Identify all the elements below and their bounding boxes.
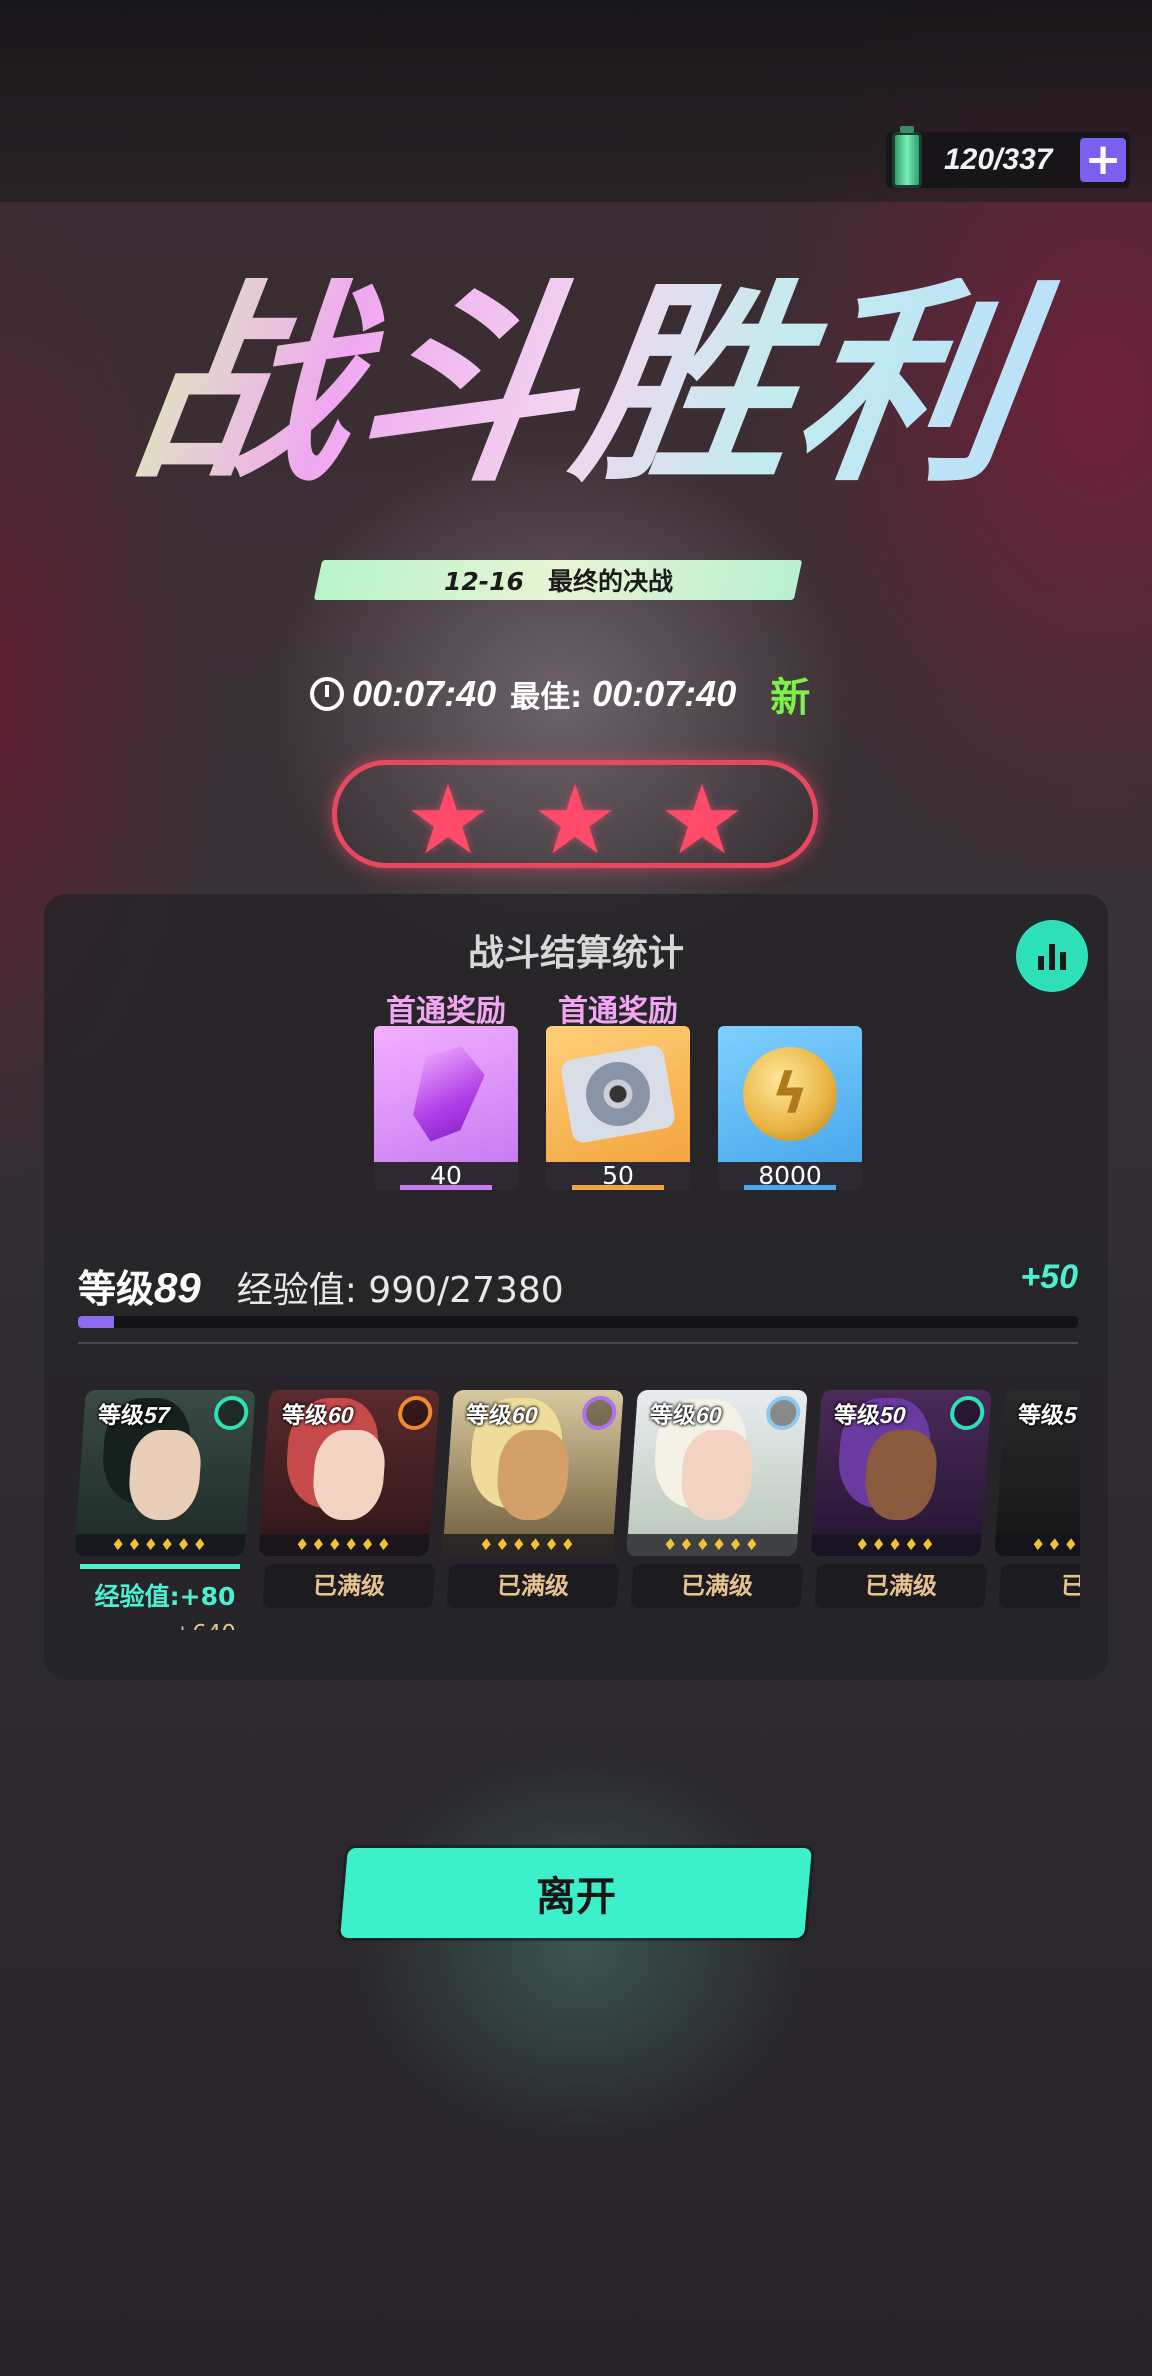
rewards-list: 首通奖励 40 首通奖励 50 ϟ 8000 <box>328 986 862 1206</box>
hero-card[interactable]: 等级60 ♦♦♦♦♦♦ 已满级 <box>258 1390 440 1608</box>
player-level-row: 等级 89 经验值: 990/27380 +50 <box>78 1258 1078 1311</box>
exp-progress-fill <box>78 1316 115 1328</box>
stage-name: 最终的决战 <box>547 567 673 596</box>
reward-item[interactable]: 首通奖励 40 <box>374 986 518 1190</box>
statistics-button[interactable] <box>1016 920 1088 992</box>
energy-value: 120/337 <box>944 143 1053 176</box>
battle-summary-panel: 战斗结算统计 首通奖励 40 首通奖励 50 ϟ 8000 等级 89 经验值:… <box>44 894 1108 1680</box>
hero-exp-bonus: +640 <box>80 1621 250 1630</box>
star-icon: ★ <box>405 764 492 876</box>
hero-max-level-status: 已满级 <box>630 1564 804 1608</box>
hero-portrait: 等级60 ♦♦♦♦♦♦ <box>626 1390 808 1556</box>
stage-number: 12-16 <box>443 567 524 596</box>
divider <box>78 1342 1078 1344</box>
hero-level: 5 <box>1063 1402 1078 1428</box>
hero-level-label: 等级 <box>833 1403 881 1429</box>
hero-stars: ♦♦♦♦♦♦ <box>994 1534 1080 1556</box>
hero-portrait: 等级60 ♦♦♦♦♦♦ <box>442 1390 624 1556</box>
hero-exp-gain: 经验值:+80 <box>94 1582 236 1611</box>
reward-item[interactable]: ϟ 8000 <box>718 986 862 1190</box>
reward-item[interactable]: 首通奖励 50 <box>546 986 690 1190</box>
hero-level-label: 等级 <box>281 1403 329 1429</box>
hero-max-level-status: 已满级 <box>814 1564 988 1608</box>
vinyl-disc-icon <box>559 1043 677 1145</box>
hero-level: 60 <box>327 1402 355 1428</box>
star-icon: ★ <box>659 764 746 876</box>
hero-max-level-status: 已满级 <box>262 1564 436 1608</box>
hero-card[interactable]: 等级57 ♦♦♦♦♦♦ 经验值:+80 +640 <box>74 1390 256 1630</box>
hero-portrait: 等级5 ♦♦♦♦♦♦ <box>994 1390 1080 1556</box>
best-time: 00:07:40 <box>592 673 737 714</box>
hero-portrait: 等级57 ♦♦♦♦♦♦ <box>74 1390 256 1556</box>
hero-level: 57 <box>143 1402 171 1428</box>
leave-label: 离开 <box>536 1874 616 1920</box>
gold-coin-icon: ϟ <box>743 1047 837 1141</box>
panel-title: 战斗结算统计 <box>467 933 684 974</box>
stopwatch-icon <box>310 677 344 711</box>
hero-level: 60 <box>695 1402 723 1428</box>
hero-level: 50 <box>879 1402 907 1428</box>
battle-time: 00:07:40 <box>352 673 497 714</box>
first-clear-tag: 首通奖励 <box>386 994 506 1029</box>
leave-button[interactable]: 离开 <box>340 1848 812 1938</box>
hero-level-label: 等级 <box>97 1403 145 1429</box>
level-label: 等级 <box>78 1267 155 1311</box>
hero-level-label: 等级 <box>465 1403 513 1429</box>
hero-portrait: 等级60 ♦♦♦♦♦♦ <box>258 1390 440 1556</box>
hero-level-label: 等级 <box>1017 1403 1065 1429</box>
battery-icon <box>892 126 922 188</box>
hero-list: 等级57 ♦♦♦♦♦♦ 经验值:+80 +640 等级60 ♦♦♦♦♦♦ 已满级 <box>70 1390 1080 1630</box>
hero-exp-bar <box>80 1564 240 1569</box>
hero-stars: ♦♦♦♦♦♦ <box>626 1534 798 1556</box>
best-time-label: 最佳: <box>510 680 583 715</box>
hero-level: 60 <box>511 1402 539 1428</box>
exp-gain: +50 <box>1020 1258 1078 1296</box>
hero-stars: ♦♦♦♦♦♦ <box>258 1534 430 1556</box>
new-record-badge: 新 <box>770 675 811 721</box>
energy-counter: 120/337 + <box>886 126 1130 188</box>
reward-tag <box>718 986 862 1026</box>
first-clear-tag: 首通奖励 <box>558 994 678 1029</box>
hero-stars: ♦♦♦♦♦♦ <box>442 1534 614 1556</box>
hero-card[interactable]: 等级60 ♦♦♦♦♦♦ 已满级 <box>442 1390 624 1608</box>
hero-level-label: 等级 <box>649 1403 697 1429</box>
exp-progress-bar <box>78 1316 1078 1328</box>
hero-stars: ♦♦♦♦♦♦ <box>74 1534 246 1556</box>
add-energy-button[interactable]: + <box>1080 138 1126 182</box>
hero-max-level-status: 已满 <box>998 1564 1080 1608</box>
hero-stars: ♦♦♦♦♦ <box>810 1534 982 1556</box>
hero-card[interactable]: 等级60 ♦♦♦♦♦♦ 已满级 <box>626 1390 808 1608</box>
victory-title: 战斗胜利 <box>95 260 1065 511</box>
hero-card[interactable]: 等级5 ♦♦♦♦♦♦ 已满 <box>994 1390 1080 1608</box>
star-rating: ★ ★ ★ <box>332 760 818 868</box>
purple-crystal-icon <box>401 1037 491 1151</box>
hero-card[interactable]: 等级50 ♦♦♦♦♦ 已满级 <box>810 1390 992 1608</box>
battle-timer: 00:07:40 最佳: 00:07:40 新 <box>310 666 810 722</box>
star-icon: ★ <box>532 764 619 876</box>
exp-value: 经验值: 990/27380 <box>236 1270 564 1311</box>
stage-banner: 12-16 最终的决战 <box>313 560 803 600</box>
hero-portrait: 等级50 ♦♦♦♦♦ <box>810 1390 992 1556</box>
hero-max-level-status: 已满级 <box>446 1564 620 1608</box>
player-level: 89 <box>154 1264 201 1311</box>
